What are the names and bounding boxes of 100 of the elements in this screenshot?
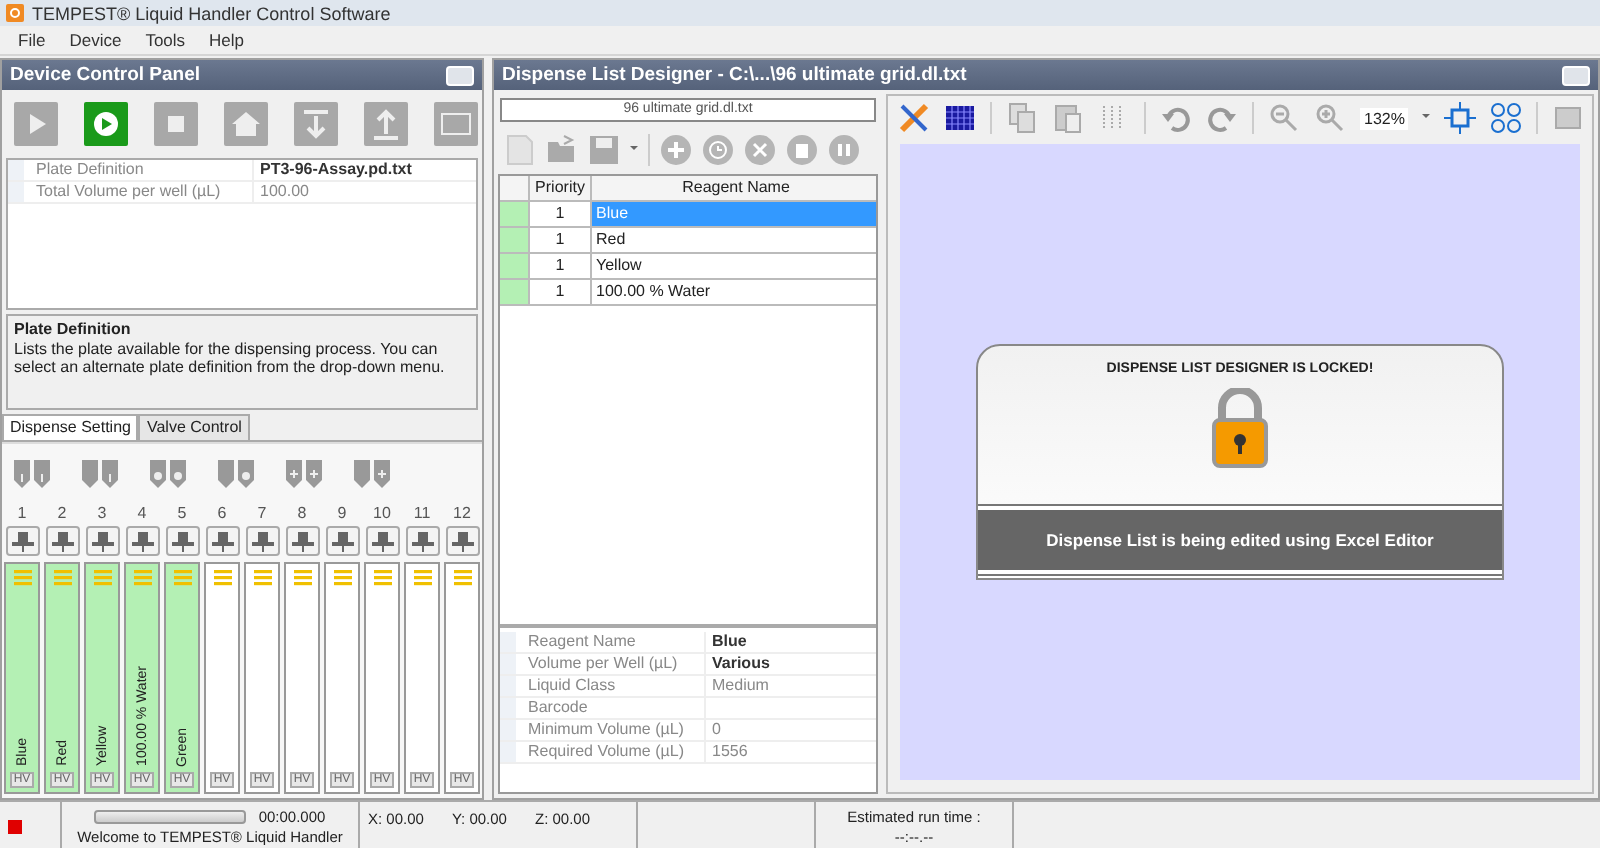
open-folder-icon[interactable]	[546, 134, 578, 166]
remove-icon[interactable]	[744, 134, 776, 166]
channel-button[interactable]	[445, 526, 479, 556]
nozzle-icon	[371, 531, 393, 551]
nozzle-icon	[451, 531, 473, 551]
property-value[interactable]: PT3-96-Assay.pd.txt	[252, 160, 476, 180]
nozzle-icon	[11, 531, 33, 551]
fit-icon[interactable]	[1444, 102, 1477, 134]
nozzle-icon	[291, 531, 313, 551]
property-value[interactable]: 1556	[704, 742, 876, 762]
nozzle-icon	[131, 531, 153, 551]
run-icon[interactable]	[84, 102, 128, 146]
level-icon	[93, 570, 111, 586]
menu-item[interactable]: Device	[59, 30, 132, 50]
zoom-in-icon[interactable]	[1314, 102, 1346, 134]
paste-icon[interactable]	[1052, 102, 1084, 134]
stop-indicator-icon[interactable]	[8, 819, 22, 833]
channel-button[interactable]	[285, 526, 319, 556]
lower-icon[interactable]	[294, 102, 338, 146]
grid-icon[interactable]	[944, 102, 976, 134]
property-value[interactable]: Medium	[704, 676, 876, 696]
channel-button[interactable]	[85, 526, 119, 556]
nozzle-icon	[91, 531, 113, 551]
nozzle-icon	[251, 531, 273, 551]
pause-icon[interactable]	[828, 134, 860, 166]
property-value[interactable]: 100.00	[252, 182, 476, 202]
channel-button[interactable]	[125, 526, 159, 556]
menu-item[interactable]: Help	[199, 30, 255, 50]
channel-button[interactable]	[405, 526, 439, 556]
zoom-out-icon[interactable]	[1268, 102, 1300, 134]
channel-button[interactable]	[245, 526, 279, 556]
property-value[interactable]: 0	[704, 720, 876, 740]
valve-plus-icon[interactable]	[352, 456, 392, 492]
channel-number: 10	[373, 504, 391, 526]
description-text: Lists the plate available for the dispensing process. You can select an alternate plate definition from the drop-down menu.	[14, 339, 445, 377]
valve-drop-icon[interactable]	[148, 456, 188, 492]
table-cell: 1	[530, 280, 592, 304]
column-header[interactable]: Priority	[530, 176, 592, 200]
channel-number: 3	[97, 504, 107, 526]
valve-down-icon[interactable]	[80, 456, 120, 492]
table-cell-text: 100.00 % Water	[594, 280, 713, 304]
valve-plus-icon[interactable]	[284, 456, 324, 492]
display-icon[interactable]	[434, 102, 478, 146]
table-row[interactable]: 1 Blue	[500, 202, 876, 228]
raise-icon[interactable]	[364, 102, 408, 146]
tab[interactable]: Valve Control	[138, 414, 250, 440]
valve-down-icon[interactable]	[12, 456, 52, 492]
lock-message: Dispense List is being edited using Excel Editor	[978, 506, 1502, 574]
level-icon	[13, 570, 31, 586]
channel-number: 11	[413, 504, 431, 526]
app-logo-icon	[6, 4, 24, 22]
property-value[interactable]: Various	[704, 654, 876, 674]
restore-button[interactable]	[1562, 65, 1590, 85]
level-icon	[173, 570, 191, 586]
table-row[interactable]: 1 Red	[500, 228, 876, 254]
channel-button[interactable]	[365, 526, 399, 556]
menu-item[interactable]: Tools	[135, 30, 196, 50]
wells-icon[interactable]	[1490, 102, 1523, 134]
nozzle-icon	[411, 531, 433, 551]
valve-drop-icon[interactable]	[216, 456, 256, 492]
channel-button[interactable]	[5, 526, 39, 556]
add-icon[interactable]	[660, 134, 692, 166]
table-cell: 1	[530, 228, 592, 252]
new-file-icon[interactable]	[504, 134, 536, 166]
channel-number: 6	[217, 504, 227, 526]
padlock-icon	[1210, 388, 1270, 468]
table-cell: Blue	[592, 202, 876, 226]
level-icon	[133, 570, 151, 586]
channel-number: 4	[137, 504, 147, 526]
table-cell: 1	[530, 254, 592, 278]
channel-button[interactable]	[205, 526, 239, 556]
redo-icon[interactable]	[1206, 102, 1238, 134]
level-icon	[333, 570, 351, 586]
channel-button[interactable]	[325, 526, 359, 556]
window-title: TEMPEST® Liquid Handler Control Software	[32, 3, 391, 23]
channel-button[interactable]	[165, 526, 199, 556]
menu-item[interactable]: File	[8, 30, 56, 50]
copy-icon[interactable]	[1006, 102, 1038, 134]
channel-button[interactable]	[45, 526, 79, 556]
stop-icon[interactable]	[154, 102, 198, 146]
channel-number: 9	[337, 504, 347, 526]
channel-number: 8	[297, 504, 307, 526]
column-header[interactable]: Reagent Name	[592, 176, 876, 200]
tab[interactable]: Dispense Setting	[2, 414, 139, 440]
nozzle-icon	[51, 531, 73, 551]
table-row[interactable]: 1 Yellow	[500, 254, 876, 280]
panel-title: Device Control Panel	[10, 64, 201, 86]
clock-icon[interactable]	[702, 134, 734, 166]
level-icon	[373, 570, 391, 586]
zoom-field[interactable]: 132%	[1360, 107, 1409, 129]
home-icon[interactable]	[224, 102, 268, 146]
table-row[interactable]: 1 100.00 % Water	[500, 280, 876, 306]
level-icon	[453, 570, 471, 586]
undo-icon[interactable]	[1160, 102, 1192, 134]
save-icon[interactable]	[588, 134, 620, 166]
channel-number: 1	[17, 504, 27, 526]
play-icon[interactable]	[14, 102, 58, 146]
level-icon	[413, 570, 431, 586]
property-value[interactable]: Blue	[704, 632, 876, 652]
minimize-button[interactable]	[446, 65, 474, 85]
